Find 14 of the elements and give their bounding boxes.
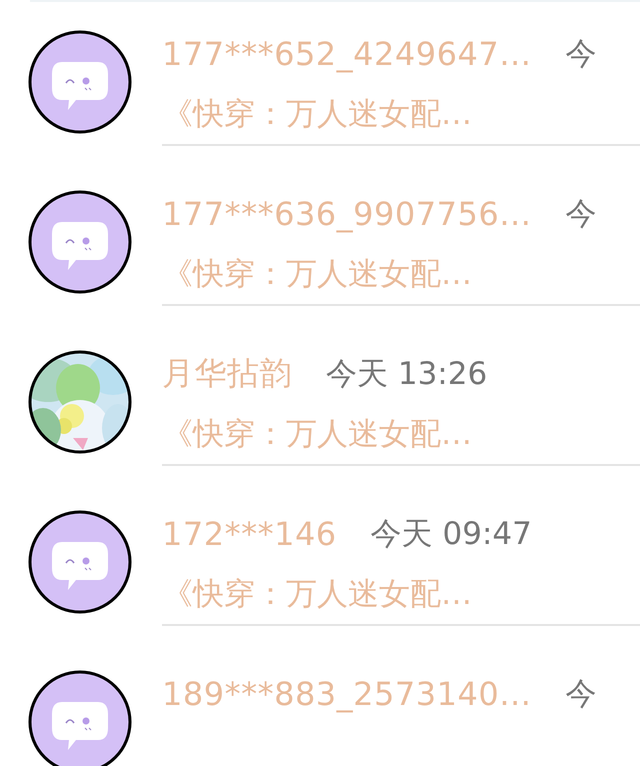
- message-time: 今天 13:26: [326, 355, 488, 394]
- message-time: 今: [566, 195, 597, 234]
- message-time: 今: [566, 675, 597, 714]
- message-time: 今天 09:47: [370, 515, 532, 554]
- message-preview: 《快穿：万人迷女配…: [162, 575, 473, 614]
- message-time: 今: [566, 35, 597, 74]
- message-preview: 《快穿：万人迷女配…: [162, 415, 473, 454]
- contact-name: 177***652_4249647…: [162, 35, 532, 73]
- contact-name: 177***636_9907756…: [162, 195, 532, 233]
- message-preview: 《快穿：万人迷女配…: [162, 255, 473, 294]
- contact-name: 189***883_2573140…: [162, 675, 532, 713]
- contact-name: 月华拈韵: [162, 353, 292, 394]
- contact-name: 172***146: [162, 515, 337, 553]
- message-preview: 《快穿：万人迷女配…: [162, 95, 473, 134]
